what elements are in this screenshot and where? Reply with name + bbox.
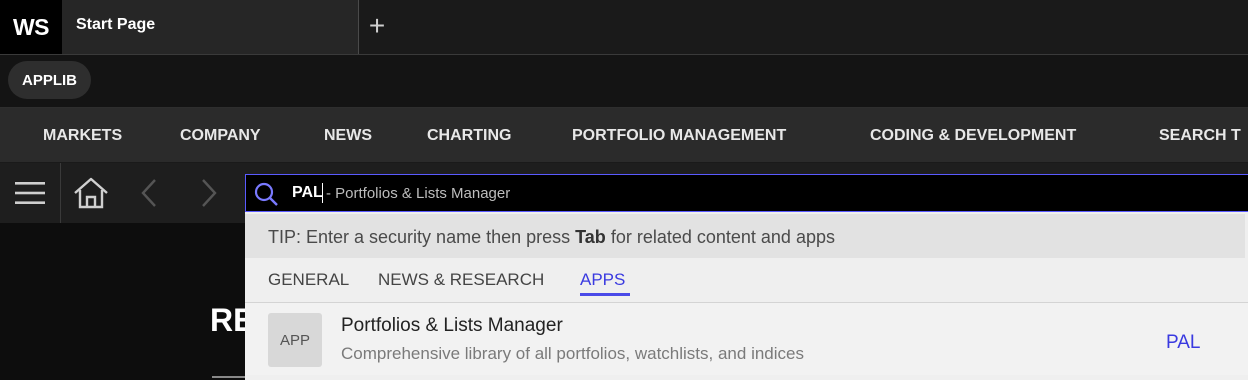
active-tab-indicator xyxy=(580,293,630,296)
result-title: Portfolios & Lists Manager xyxy=(341,315,563,336)
search-query-text: PAL xyxy=(292,184,323,201)
text-caret xyxy=(322,183,323,203)
category-tab-general[interactable]: GENERAL xyxy=(268,270,349,290)
nav-item-charting[interactable]: CHARTING xyxy=(427,127,511,145)
applib-bar xyxy=(0,55,1248,108)
nav-item-search-tools[interactable]: SEARCH T xyxy=(1159,127,1241,145)
new-tab-button[interactable]: + xyxy=(364,10,390,42)
applib-button[interactable]: APPLIB xyxy=(8,61,92,99)
nav-item-markets[interactable]: MARKETS xyxy=(43,127,122,145)
search-autocomplete-hint: - Portfolios & Lists Manager xyxy=(326,185,511,202)
search-icon xyxy=(252,180,280,208)
result-mnemonic: PAL xyxy=(1166,332,1201,353)
nav-item-company[interactable]: COMPANY xyxy=(180,127,261,145)
back-arrow-icon[interactable] xyxy=(128,163,168,223)
category-tab-apps[interactable]: APPS xyxy=(580,270,625,290)
hamburger-menu-icon[interactable] xyxy=(0,163,61,223)
main-nav: MARKETS COMPANY NEWS CHARTING PORTFOLIO … xyxy=(0,108,1248,163)
tab-start-page[interactable]: Start Page xyxy=(62,0,359,54)
nav-item-portfolio-management[interactable]: PORTFOLIO MANAGEMENT xyxy=(572,127,786,145)
nav-item-coding-development[interactable]: CODING & DEVELOPMENT xyxy=(870,127,1076,145)
app-badge: APP xyxy=(268,313,322,367)
app-logo[interactable]: WS xyxy=(0,0,62,54)
home-icon[interactable] xyxy=(61,163,121,223)
category-tab-news-research[interactable]: NEWS & RESEARCH xyxy=(378,270,544,290)
forward-arrow-icon[interactable] xyxy=(190,163,230,223)
result-description: Comprehensive library of all portfolios,… xyxy=(341,344,804,363)
search-result-item[interactable] xyxy=(245,303,1248,375)
tip-text: TIP: Enter a security name then press Ta… xyxy=(268,227,835,247)
nav-item-news[interactable]: NEWS xyxy=(324,127,372,145)
tab-label: Start Page xyxy=(76,16,156,33)
